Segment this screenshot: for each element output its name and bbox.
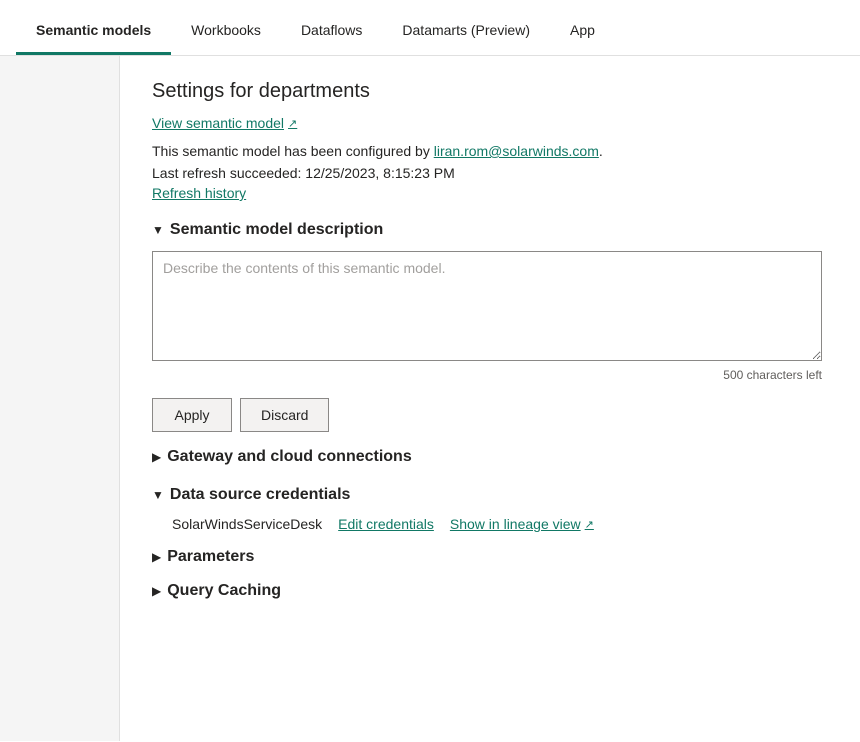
description-section-title: Semantic model description — [170, 221, 383, 239]
credentials-row: SolarWindsServiceDesk Edit credentials S… — [172, 516, 828, 532]
main-content: Settings for departments View semantic m… — [120, 56, 860, 741]
tab-workbooks[interactable]: Workbooks — [171, 6, 281, 55]
query-caching-section-header[interactable]: ▶ Query Caching — [152, 582, 828, 600]
refresh-history-link[interactable]: Refresh history — [152, 185, 246, 201]
configured-by-text: This semantic model has been configured … — [152, 143, 828, 159]
configured-by-email-link[interactable]: liran.rom@solarwinds.com — [434, 143, 599, 159]
credentials-section-title: Data source credentials — [170, 486, 351, 504]
tab-app[interactable]: App — [550, 6, 615, 55]
query-caching-chevron-icon: ▶ — [152, 584, 161, 598]
show-lineage-link[interactable]: Show in lineage view ↗ — [450, 516, 594, 532]
description-textarea[interactable] — [152, 251, 822, 361]
discard-button[interactable]: Discard — [240, 398, 329, 432]
tab-datamarts[interactable]: Datamarts (Preview) — [382, 6, 550, 55]
tab-semantic-models[interactable]: Semantic models — [16, 6, 171, 55]
show-lineage-label: Show in lineage view — [450, 516, 581, 532]
credentials-chevron-icon: ▼ — [152, 488, 164, 502]
char-count-label: 500 characters left — [152, 368, 822, 382]
description-section-header[interactable]: ▼ Semantic model description — [152, 221, 828, 239]
description-chevron-icon: ▼ — [152, 223, 164, 237]
view-semantic-model-link[interactable]: View semantic model ↗ — [152, 115, 297, 131]
parameters-section-title: Parameters — [167, 548, 254, 566]
sidebar — [0, 56, 120, 741]
gateway-section-header[interactable]: ▶ Gateway and cloud connections — [152, 448, 828, 466]
view-semantic-model-label: View semantic model — [152, 115, 284, 131]
tab-dataflows[interactable]: Dataflows — [281, 6, 382, 55]
external-link-icon: ↗ — [288, 117, 297, 130]
top-navigation: Semantic models Workbooks Dataflows Data… — [0, 0, 860, 56]
edit-credentials-link[interactable]: Edit credentials — [338, 516, 434, 532]
parameters-section-header[interactable]: ▶ Parameters — [152, 548, 828, 566]
lineage-external-icon: ↗ — [585, 518, 594, 531]
main-layout: Settings for departments View semantic m… — [0, 56, 860, 741]
apply-button[interactable]: Apply — [152, 398, 232, 432]
source-name-label: SolarWindsServiceDesk — [172, 516, 322, 532]
query-caching-section-title: Query Caching — [167, 582, 281, 600]
description-actions: Apply Discard — [152, 398, 828, 432]
parameters-chevron-icon: ▶ — [152, 550, 161, 564]
last-refresh-text: Last refresh succeeded: 12/25/2023, 8:15… — [152, 165, 828, 181]
gateway-section-title: Gateway and cloud connections — [167, 448, 412, 466]
page-title: Settings for departments — [152, 80, 828, 103]
gateway-chevron-icon: ▶ — [152, 450, 161, 464]
credentials-section-header[interactable]: ▼ Data source credentials — [152, 486, 828, 504]
